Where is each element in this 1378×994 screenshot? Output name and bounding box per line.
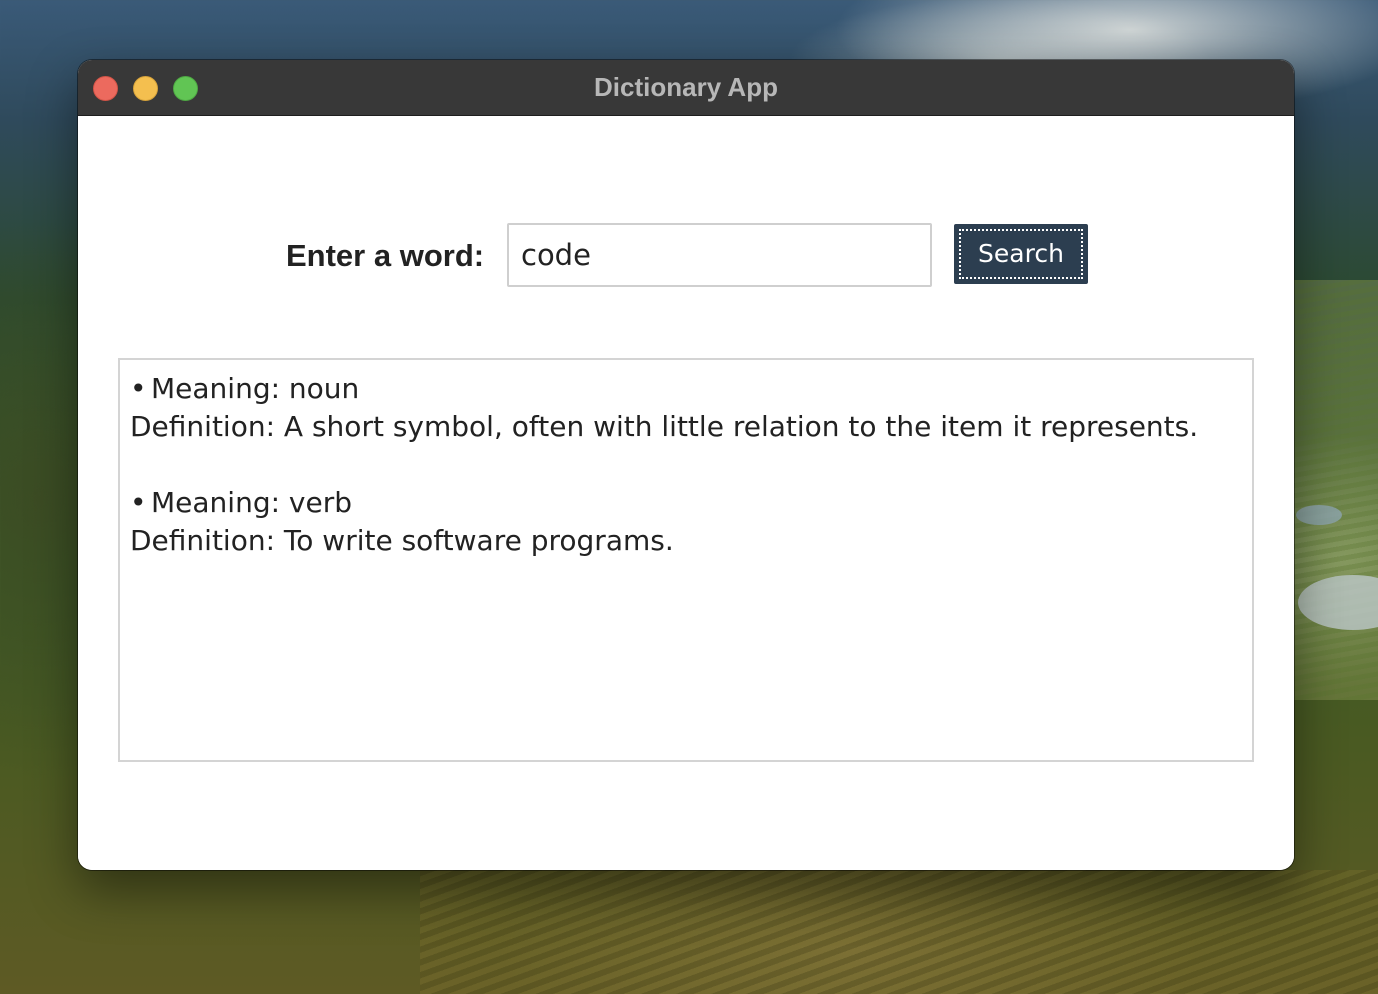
app-window: Dictionary App Enter a word: Search •Mea… xyxy=(78,60,1294,870)
meaning-line: • Meaning: verb xyxy=(130,484,1242,522)
definition-text: Definition: A short symbol, often with l… xyxy=(130,410,1199,443)
bullet-icon: • xyxy=(130,486,147,519)
window-title: Dictionary App xyxy=(594,72,778,102)
meaning-text: Meaning: noun xyxy=(151,372,360,405)
bullet-icon: • xyxy=(130,372,147,405)
result-entry: • Meaning: verb Definition: To write soft… xyxy=(130,484,1242,560)
word-input[interactable] xyxy=(507,223,932,287)
desktop-wallpaper-hillside xyxy=(1294,280,1378,700)
search-button[interactable]: Search xyxy=(954,224,1088,284)
meaning-text: Meaning: verb xyxy=(151,486,353,519)
search-button-label: Search xyxy=(959,229,1083,279)
definition-text: Definition: To write software programs. xyxy=(130,524,674,557)
results-textbox[interactable]: • Meaning: noun Definition: A short symbo… xyxy=(118,358,1254,762)
desktop-wallpaper-pond xyxy=(1296,505,1342,525)
word-label: Enter a word: xyxy=(286,238,485,273)
title-bar[interactable]: Dictionary App xyxy=(78,60,1294,116)
desktop-wallpaper-vineyard xyxy=(420,870,1378,994)
result-entry: • Meaning: noun Definition: A short symbo… xyxy=(130,370,1242,446)
meaning-line: • Meaning: noun xyxy=(130,370,1242,408)
main-content: Enter a word: Search •Meaning: noun Defi… xyxy=(78,116,1294,870)
